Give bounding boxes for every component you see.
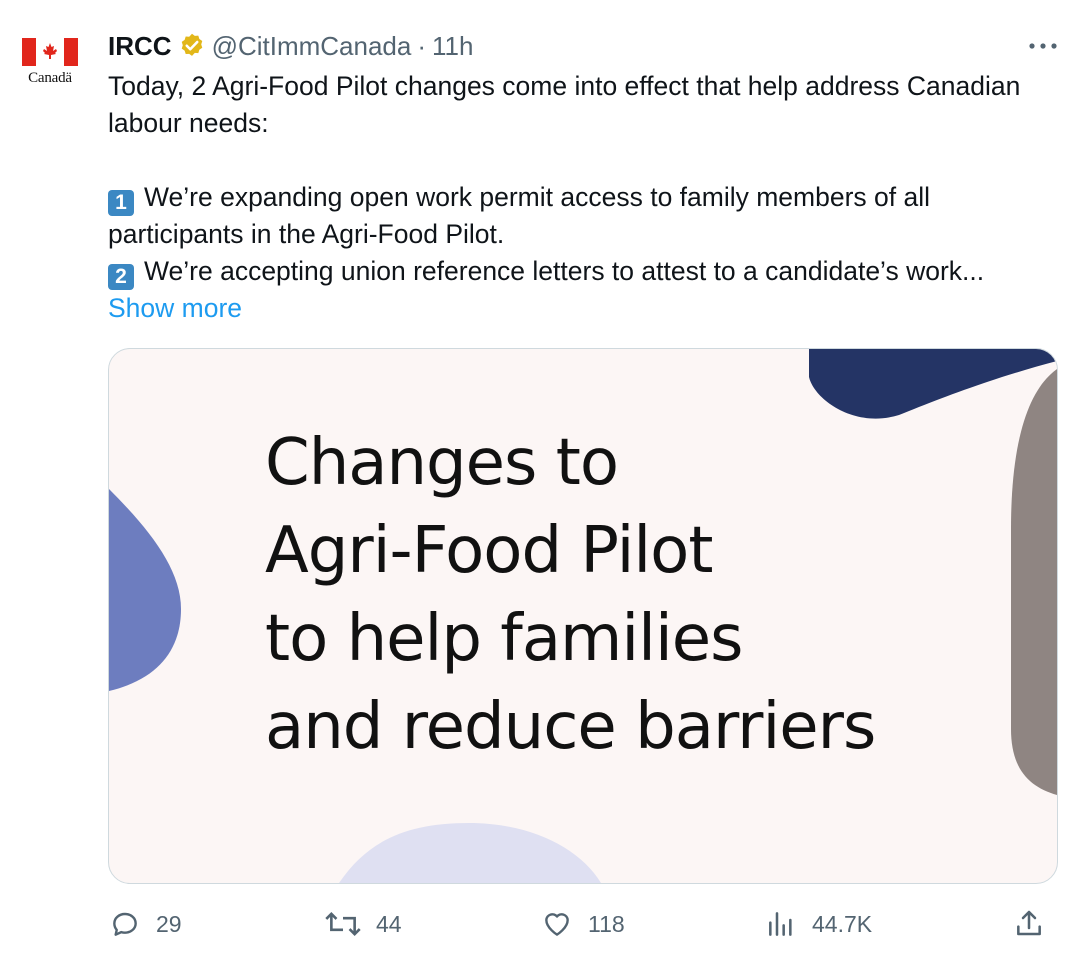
separator-dot: ·	[417, 30, 427, 61]
show-more-link[interactable]: Show more	[108, 293, 242, 323]
avatar[interactable]: Canadä	[18, 38, 82, 94]
tweet-text: Today, 2 Agri-Food Pilot changes come in…	[108, 68, 1038, 327]
keycap-one-icon: 1	[108, 190, 134, 216]
verified-badge-icon[interactable]	[178, 32, 206, 60]
share-button[interactable]	[1012, 908, 1060, 940]
author-name[interactable]: IRCC	[108, 31, 172, 62]
headline-line: Agri-Food Pilot	[265, 514, 713, 588]
reply-button[interactable]: 29	[108, 908, 182, 940]
canada-wordmark: Canadä	[28, 70, 72, 86]
media-card[interactable]: Changes to Agri-Food Pilot to help famil…	[108, 348, 1058, 884]
canada-flag-icon	[22, 38, 78, 66]
action-bar: 29 44 118 44.7K	[108, 900, 1058, 950]
retweet-button[interactable]: 44	[324, 908, 402, 940]
headline-line: to help families	[265, 602, 743, 676]
tweet-intro: Today, 2 Agri-Food Pilot changes come in…	[108, 71, 1021, 138]
card-headline: Changes to Agri-Food Pilot to help famil…	[265, 419, 876, 771]
headline-line: and reduce barriers	[265, 690, 876, 764]
timestamp[interactable]: 11h	[432, 31, 473, 62]
reply-count: 29	[156, 910, 182, 937]
share-icon	[1017, 910, 1041, 936]
headline-line: Changes to	[265, 426, 619, 500]
tweet-item-1: 1 We’re expanding open work permit access…	[108, 179, 1038, 253]
like-count: 118	[588, 910, 625, 937]
keycap-two-icon: 2	[108, 264, 134, 290]
view-count: 44.7K	[812, 910, 873, 937]
tweet-header: IRCC @CitImmCanada · 11h	[108, 28, 473, 64]
views-button[interactable]: 44.7K	[764, 908, 872, 940]
retweet-count: 44	[376, 910, 402, 937]
author-handle[interactable]: @CitImmCanada	[212, 31, 412, 62]
heart-icon	[545, 913, 569, 936]
like-button[interactable]: 118	[540, 908, 625, 940]
tweet-item-2-text: We’re accepting union reference letters …	[144, 256, 985, 286]
tweet-item-1-text: We’re expanding open work permit access …	[108, 182, 931, 249]
tweet-item-2: 2 We’re accepting union reference letters…	[108, 253, 1038, 327]
more-options-icon[interactable]	[1026, 34, 1060, 58]
views-chart-icon	[769, 912, 792, 936]
reply-icon	[113, 912, 137, 936]
retweet-icon	[325, 911, 361, 937]
